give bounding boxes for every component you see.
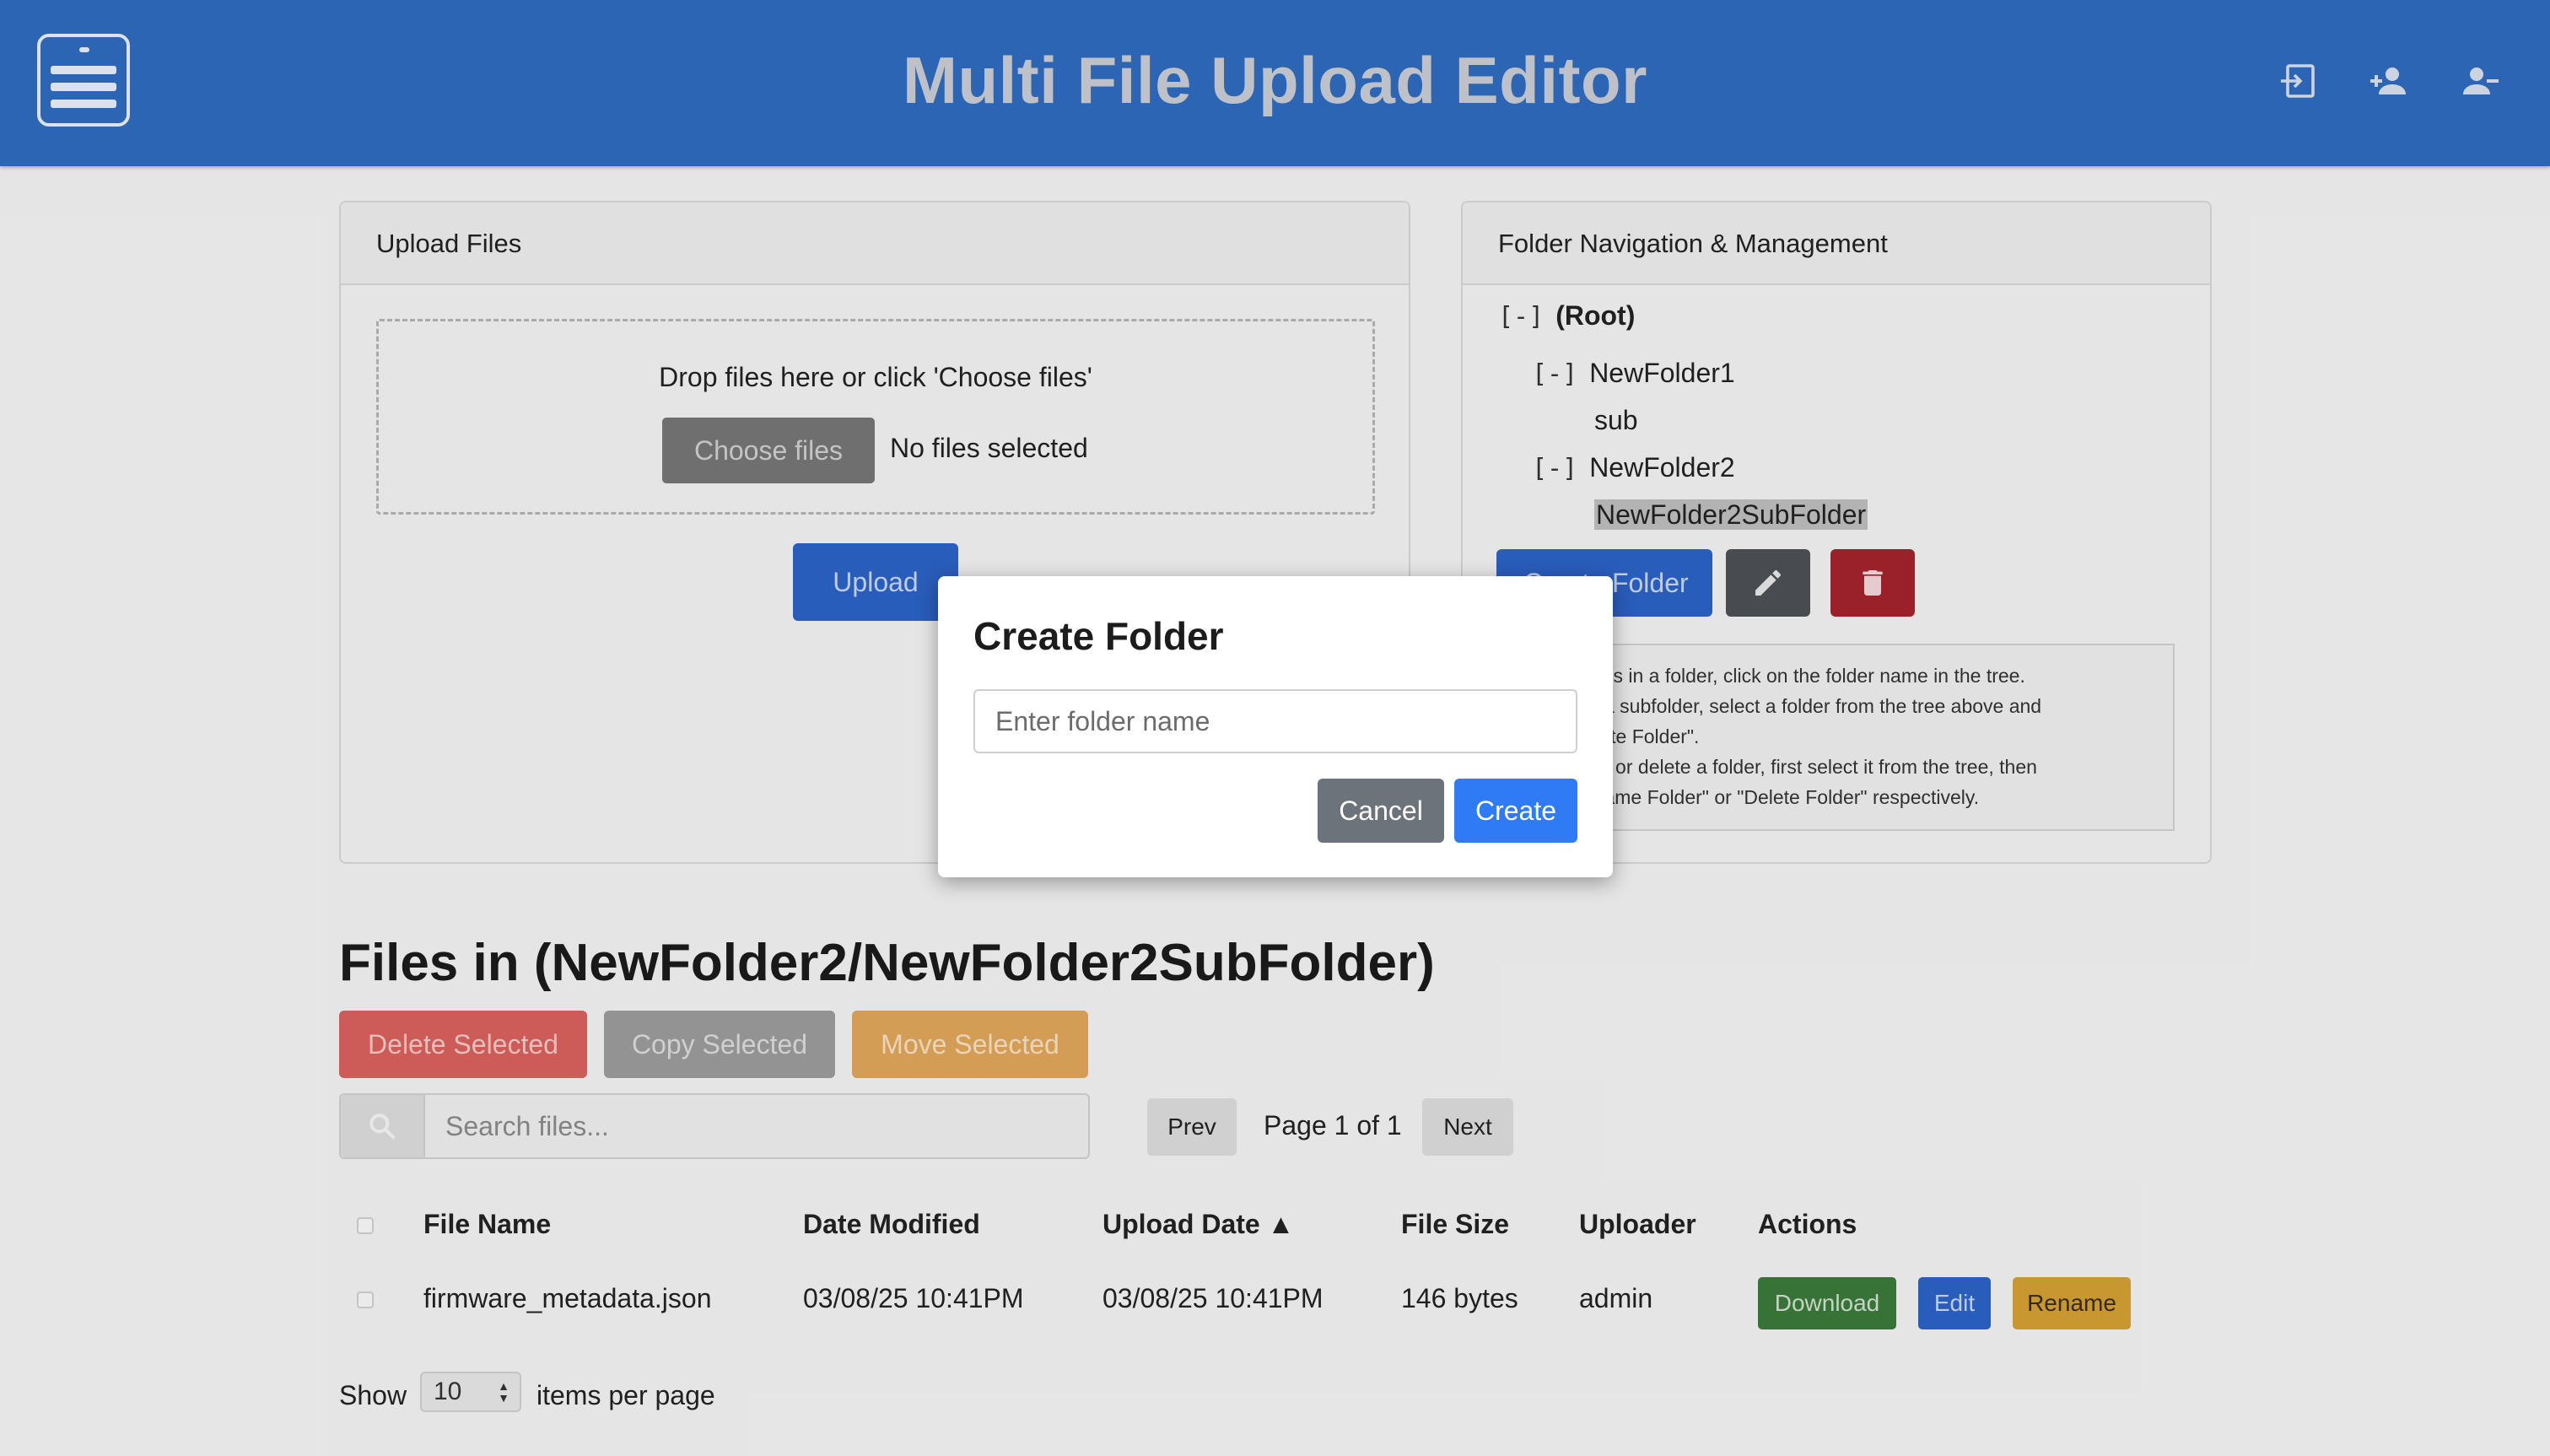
modal-title: Create Folder	[973, 614, 1224, 658]
create-button[interactable]: Create	[1454, 779, 1577, 843]
cancel-button[interactable]: Cancel	[1318, 779, 1444, 843]
create-folder-modal: Create Folder Cancel Create	[938, 576, 1613, 877]
folder-name-input[interactable]	[973, 689, 1577, 753]
